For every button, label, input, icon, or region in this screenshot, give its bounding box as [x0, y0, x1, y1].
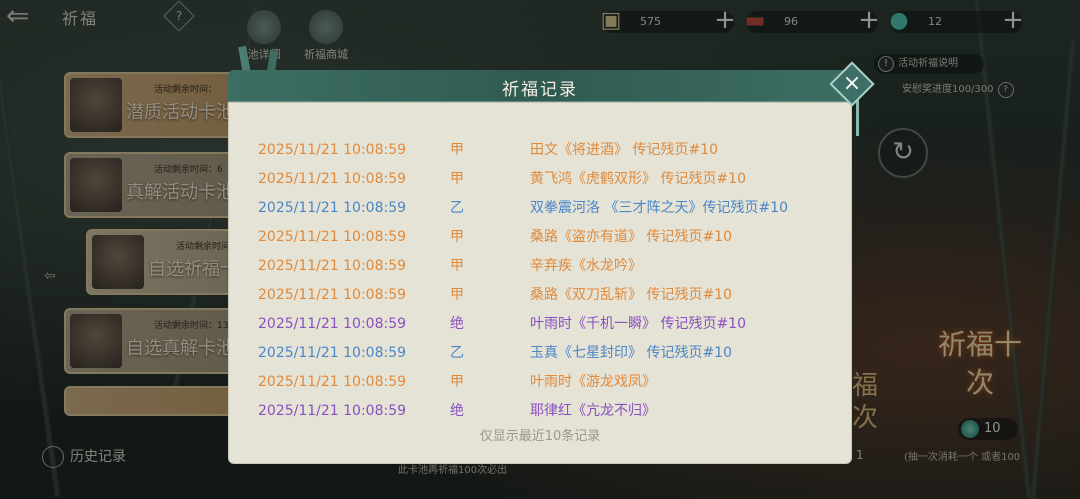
- record-row: 2025/11/21 10:08:59 甲 黄飞鸿《虎鹤双形》 传记残页#10: [258, 168, 838, 190]
- tassel-decoration: [856, 100, 859, 136]
- record-grade: 甲: [450, 142, 464, 158]
- record-item: 田文《将进酒》 传记残页#10: [530, 142, 718, 158]
- record-item: 叶雨时《千机一瞬》 传记残页#10: [530, 316, 746, 332]
- record-row: 2025/11/21 10:08:59 甲 桑路《双刀乱斩》 传记残页#10: [258, 284, 838, 306]
- record-row: 2025/11/21 10:08:59 甲 叶雨时《游龙戏凤》: [258, 371, 838, 393]
- record-time: 2025/11/21 10:08:59: [258, 374, 407, 390]
- record-grade: 甲: [450, 287, 464, 303]
- record-row: 2025/11/21 10:08:59 乙 玉真《七星封印》 传记残页#10: [258, 342, 838, 364]
- record-row: 2025/11/21 10:08:59 甲 辛弃疾《水龙吟》: [258, 255, 838, 277]
- record-time: 2025/11/21 10:08:59: [258, 287, 407, 303]
- record-time: 2025/11/21 10:08:59: [258, 171, 407, 187]
- record-time: 2025/11/21 10:08:59: [258, 316, 407, 332]
- record-item: 桑路《盗亦有道》 传记残页#10: [530, 229, 732, 245]
- record-time: 2025/11/21 10:08:59: [258, 403, 407, 419]
- record-row: 2025/11/21 10:08:59 乙 双拳震河洛 《三才阵之天》传记残页#10: [258, 197, 838, 219]
- record-grade: 绝: [450, 316, 464, 332]
- record-item: 桑路《双刀乱斩》 传记残页#10: [530, 287, 732, 303]
- record-item: 玉真《七星封印》 传记残页#10: [530, 345, 732, 361]
- record-row: 2025/11/21 10:08:59 甲 田文《将进酒》 传记残页#10: [258, 139, 838, 161]
- record-grade: 甲: [450, 229, 464, 245]
- record-item: 耶律红《亢龙不归》: [530, 403, 656, 419]
- record-grade: 绝: [450, 403, 464, 419]
- record-time: 2025/11/21 10:08:59: [258, 142, 407, 158]
- close-icon: ×: [842, 71, 862, 96]
- record-grade: 乙: [450, 200, 464, 216]
- record-row: 2025/11/21 10:08:59 绝 耶律红《亢龙不归》: [258, 400, 838, 422]
- record-item: 黄飞鸿《虎鹤双形》 传记残页#10: [530, 171, 746, 187]
- record-time: 2025/11/21 10:08:59: [258, 229, 407, 245]
- record-item: 叶雨时《游龙戏凤》: [530, 374, 656, 390]
- record-grade: 甲: [450, 171, 464, 187]
- record-row: 2025/11/21 10:08:59 甲 桑路《盗亦有道》 传记残页#10: [258, 226, 838, 248]
- record-grade: 甲: [450, 258, 464, 274]
- record-item: 双拳震河洛 《三才阵之天》传记残页#10: [530, 200, 788, 216]
- dialog-title: 祈福记录: [502, 80, 578, 100]
- record-grade: 乙: [450, 345, 464, 361]
- record-row: 2025/11/21 10:08:59 绝 叶雨时《千机一瞬》 传记残页#10: [258, 313, 838, 335]
- record-time: 2025/11/21 10:08:59: [258, 258, 407, 274]
- record-time: 2025/11/21 10:08:59: [258, 200, 407, 216]
- record-time: 2025/11/21 10:08:59: [258, 345, 407, 361]
- record-footnote: 仅显示最近10条记录: [479, 429, 601, 444]
- record-grade: 甲: [450, 374, 464, 390]
- record-item: 辛弃疾《水龙吟》: [530, 258, 642, 274]
